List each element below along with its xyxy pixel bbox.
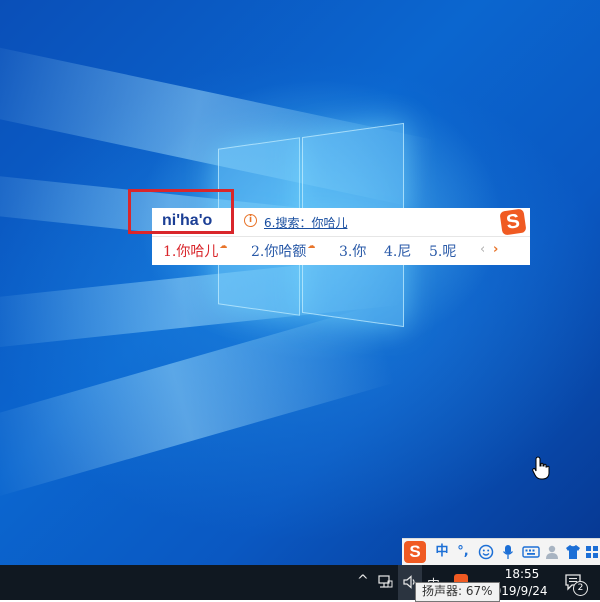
keyboard-icon[interactable]	[522, 543, 540, 561]
candidate-label: 4.尼	[384, 244, 412, 260]
emoji-icon[interactable]	[478, 543, 494, 561]
notification-count-badge: 2	[573, 581, 588, 596]
candidate-item[interactable]: 4.尼	[384, 241, 411, 261]
ime-status-toolbar: S 中 °,	[402, 538, 600, 566]
taskbar: ^ 中 18:55 2019/9/24 2	[0, 565, 600, 600]
punctuation-toggle[interactable]: °,	[454, 543, 472, 561]
hand-cursor-icon	[532, 456, 550, 480]
cloud-icon: ☁	[307, 241, 316, 250]
network-icon[interactable]	[377, 574, 393, 590]
annotation-highlight-box	[128, 189, 234, 234]
toolbox-grid-icon[interactable]	[585, 543, 599, 561]
candidate-label: 2.你哈额	[251, 244, 307, 260]
candidate-item[interactable]: 5.呢	[429, 241, 456, 261]
volume-tooltip: 扬声器: 67%	[415, 582, 500, 602]
candidate-label: 1.你哈儿	[163, 244, 219, 260]
skin-shirt-icon[interactable]	[565, 543, 581, 561]
chinese-mode-toggle[interactable]: 中	[432, 543, 452, 561]
ime-candidate-list: 1.你哈儿☁ 2.你哈额☁ 3.你 4.尼 5.呢 ‹ ›	[152, 236, 530, 265]
info-icon: i	[244, 214, 257, 227]
tray-overflow-chevron-icon[interactable]: ^	[357, 573, 369, 589]
ime-suggestion-bar: i 6.搜索：你哈儿 S	[237, 208, 530, 236]
candidate-label: 5.呢	[429, 244, 457, 260]
cloud-icon: ☁	[219, 241, 228, 250]
microphone-icon[interactable]	[502, 543, 514, 561]
clock-time: 18:55	[504, 567, 540, 581]
previous-page-arrow-icon[interactable]: ‹	[480, 242, 485, 257]
candidate-item[interactable]: 2.你哈额☁	[251, 241, 315, 261]
user-icon[interactable]	[545, 543, 559, 561]
candidate-item[interactable]: 3.你	[339, 241, 366, 261]
desktop-wallpaper	[0, 0, 600, 600]
sogou-logo-icon[interactable]: S	[404, 541, 426, 563]
search-suggestion-link[interactable]: 6.搜索：你哈儿	[264, 214, 347, 231]
candidate-item[interactable]: 1.你哈儿☁	[163, 241, 227, 261]
action-center-button[interactable]: 2	[564, 573, 588, 596]
next-page-arrow-icon[interactable]: ›	[493, 242, 498, 257]
candidate-label: 3.你	[339, 244, 367, 260]
sogou-logo-icon[interactable]: S	[499, 208, 527, 236]
